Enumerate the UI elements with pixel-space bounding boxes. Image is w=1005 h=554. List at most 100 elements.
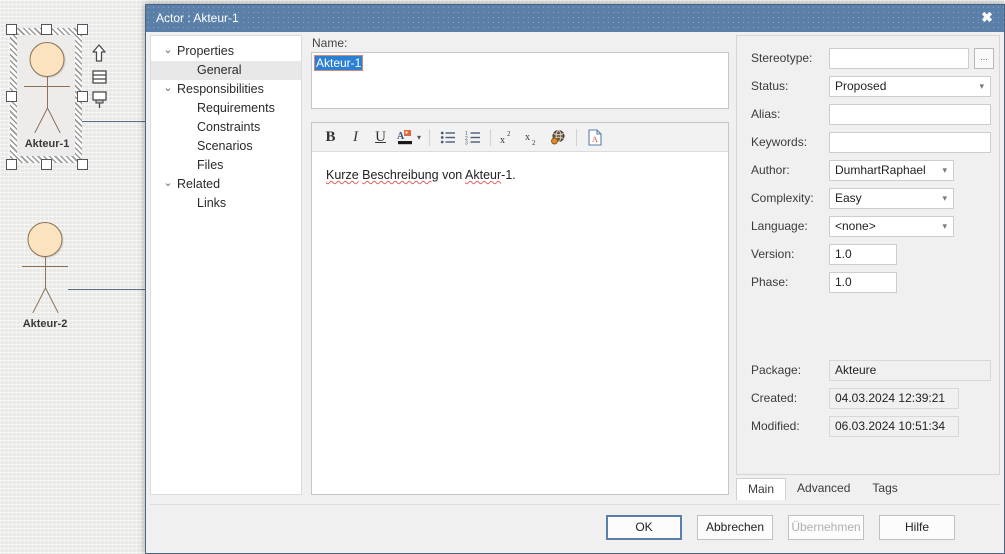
note-list-icon[interactable] <box>89 67 109 90</box>
font-color-icon[interactable]: A <box>395 126 416 148</box>
property-label: Package: <box>751 363 802 377</box>
resize-handle-sw[interactable] <box>6 159 17 170</box>
property-label: Version: <box>751 247 795 261</box>
svg-text:A: A <box>397 131 405 142</box>
resize-handle-e[interactable] <box>77 91 88 102</box>
property-row: Stereotype:... <box>751 48 994 70</box>
button-ok[interactable]: OK <box>606 515 682 540</box>
property-row: Author: DumhartRaphael <box>751 160 989 182</box>
nav-item-responsibilities[interactable]: ⌄ Responsibilities <box>151 80 301 99</box>
property-field-complexity[interactable]: Easy <box>829 188 954 209</box>
property-field-modified: 06.03.2024 10:51:34 <box>829 416 959 437</box>
editor-toolbar: B I U A ▾ 1 2 3 x 2 x 2 A <box>312 123 728 152</box>
properties-tabstrip[interactable]: Main Advanced Tags <box>736 478 1000 501</box>
property-field-stereotype[interactable] <box>829 48 969 69</box>
properties-panel: Stereotype:... Status: Proposed Alias: Keywo… <box>736 35 1000 475</box>
nav-item-label: Related <box>177 177 221 191</box>
nav-item-label: Links <box>197 196 227 210</box>
svg-text:3: 3 <box>465 140 468 145</box>
property-row: Complexity: Easy <box>751 188 989 210</box>
dialog-titlebar[interactable]: Actor : Akteur-1 ✖ <box>146 5 1004 32</box>
up-arrow-icon[interactable] <box>89 43 109 66</box>
actor-body <box>45 256 46 289</box>
nav-item-label: Requirements <box>197 101 275 115</box>
hyperlink-icon[interactable] <box>548 126 569 148</box>
property-field-phase[interactable]: 1.0 <box>829 272 897 293</box>
property-label: Complexity: <box>751 191 814 205</box>
actor-leg-left <box>32 287 46 314</box>
nav-item-properties[interactable]: ⌄ Properties <box>151 42 301 61</box>
superscript-icon[interactable]: x 2 <box>498 126 519 148</box>
actor-shape-akteur-1[interactable]: Akteur-1 <box>24 42 70 152</box>
nav-item-requirements[interactable]: Requirements <box>151 99 301 118</box>
button-abbrechen[interactable]: Abbrechen <box>697 515 773 540</box>
actor-leg-right <box>45 287 59 314</box>
property-row: Version: 1.0 <box>751 244 989 266</box>
resize-handle-ne[interactable] <box>77 24 88 35</box>
nav-item-constraints[interactable]: Constraints <box>151 118 301 137</box>
notes-editor-text[interactable]: Kurze Beschreibung von Akteur-1. <box>312 152 728 198</box>
nav-item-related[interactable]: ⌄ Related <box>151 175 301 194</box>
nav-item-label: Constraints <box>197 120 261 134</box>
property-label: Language: <box>751 219 808 233</box>
property-row: Alias: <box>751 104 991 126</box>
resize-handle-w[interactable] <box>6 91 17 102</box>
chevron-down-icon[interactable]: ⌄ <box>162 42 174 61</box>
name-label: Name: <box>312 36 348 50</box>
subscript-icon[interactable]: x 2 <box>523 126 544 148</box>
stereotype-browse-button[interactable]: ... <box>974 48 994 69</box>
property-label: Modified: <box>751 419 800 433</box>
svg-text:x: x <box>525 132 530 143</box>
resize-handle-n[interactable] <box>41 24 52 35</box>
meta-property-row: Package: Akteure <box>751 360 991 382</box>
navigation-tree[interactable]: ⌄ Properties General ⌄ Responsibilities Requi… <box>150 35 302 495</box>
bold-icon[interactable]: B <box>320 126 341 148</box>
resize-handle-se[interactable] <box>77 159 88 170</box>
actor-head <box>29 42 65 77</box>
name-input-value: Akteur-1 <box>313 55 364 71</box>
button-übernehmen: Übernehmen <box>788 515 864 540</box>
close-icon[interactable]: ✖ <box>970 5 1004 32</box>
property-field-alias[interactable] <box>829 104 991 125</box>
name-input[interactable]: Akteur-1 <box>311 52 729 109</box>
actor-label: Akteur-1 <box>24 138 70 150</box>
footer-divider <box>150 504 1000 505</box>
tab-tags[interactable]: Tags <box>861 478 908 500</box>
tab-advanced[interactable]: Advanced <box>786 478 861 500</box>
property-label: Phase: <box>751 275 789 289</box>
property-label: Created: <box>751 391 798 405</box>
numbered-list-icon[interactable]: 1 2 3 <box>462 126 483 148</box>
italic-icon[interactable]: I <box>345 126 366 148</box>
nav-item-scenarios[interactable]: Scenarios <box>151 137 301 156</box>
insert-document-icon[interactable]: A <box>584 126 605 148</box>
property-field-version[interactable]: 1.0 <box>829 244 897 265</box>
underline-icon[interactable]: U <box>370 126 391 148</box>
pin-element-icon[interactable] <box>89 89 109 114</box>
chevron-down-icon[interactable]: ⌄ <box>162 175 174 194</box>
dialog-body: ⌄ Properties General ⌄ Responsibilities Requi… <box>146 32 1004 553</box>
nav-item-label: Properties <box>177 44 234 58</box>
nav-item-label: Scenarios <box>197 139 253 153</box>
property-field-author[interactable]: DumhartRaphael <box>829 160 954 181</box>
actor-label: Akteur-2 <box>22 318 68 330</box>
resize-handle-nw[interactable] <box>6 24 17 35</box>
nav-item-files[interactable]: Files <box>151 156 301 175</box>
nav-item-links[interactable]: Links <box>151 194 301 213</box>
tab-main[interactable]: Main <box>736 478 787 500</box>
chevron-down-icon[interactable]: ▾ <box>417 133 421 142</box>
chevron-down-icon[interactable]: ⌄ <box>162 80 174 99</box>
bullet-list-icon[interactable] <box>437 126 458 148</box>
property-field-status[interactable]: Proposed <box>829 76 991 97</box>
nav-item-general[interactable]: General <box>151 61 301 80</box>
property-field-language[interactable]: <none> <box>829 216 954 237</box>
spellcheck-word: Beschreibung <box>362 168 439 182</box>
button-hilfe[interactable]: Hilfe <box>879 515 955 540</box>
actor-shape-akteur-2[interactable]: Akteur-2 <box>22 222 68 332</box>
property-label: Keywords: <box>751 135 808 149</box>
resize-handle-s[interactable] <box>41 159 52 170</box>
property-field-keywords[interactable] <box>829 132 991 153</box>
svg-text:2: 2 <box>532 139 536 145</box>
property-label: Status: <box>751 79 789 93</box>
svg-text:x: x <box>500 135 505 145</box>
nav-item-label: General <box>197 63 242 77</box>
